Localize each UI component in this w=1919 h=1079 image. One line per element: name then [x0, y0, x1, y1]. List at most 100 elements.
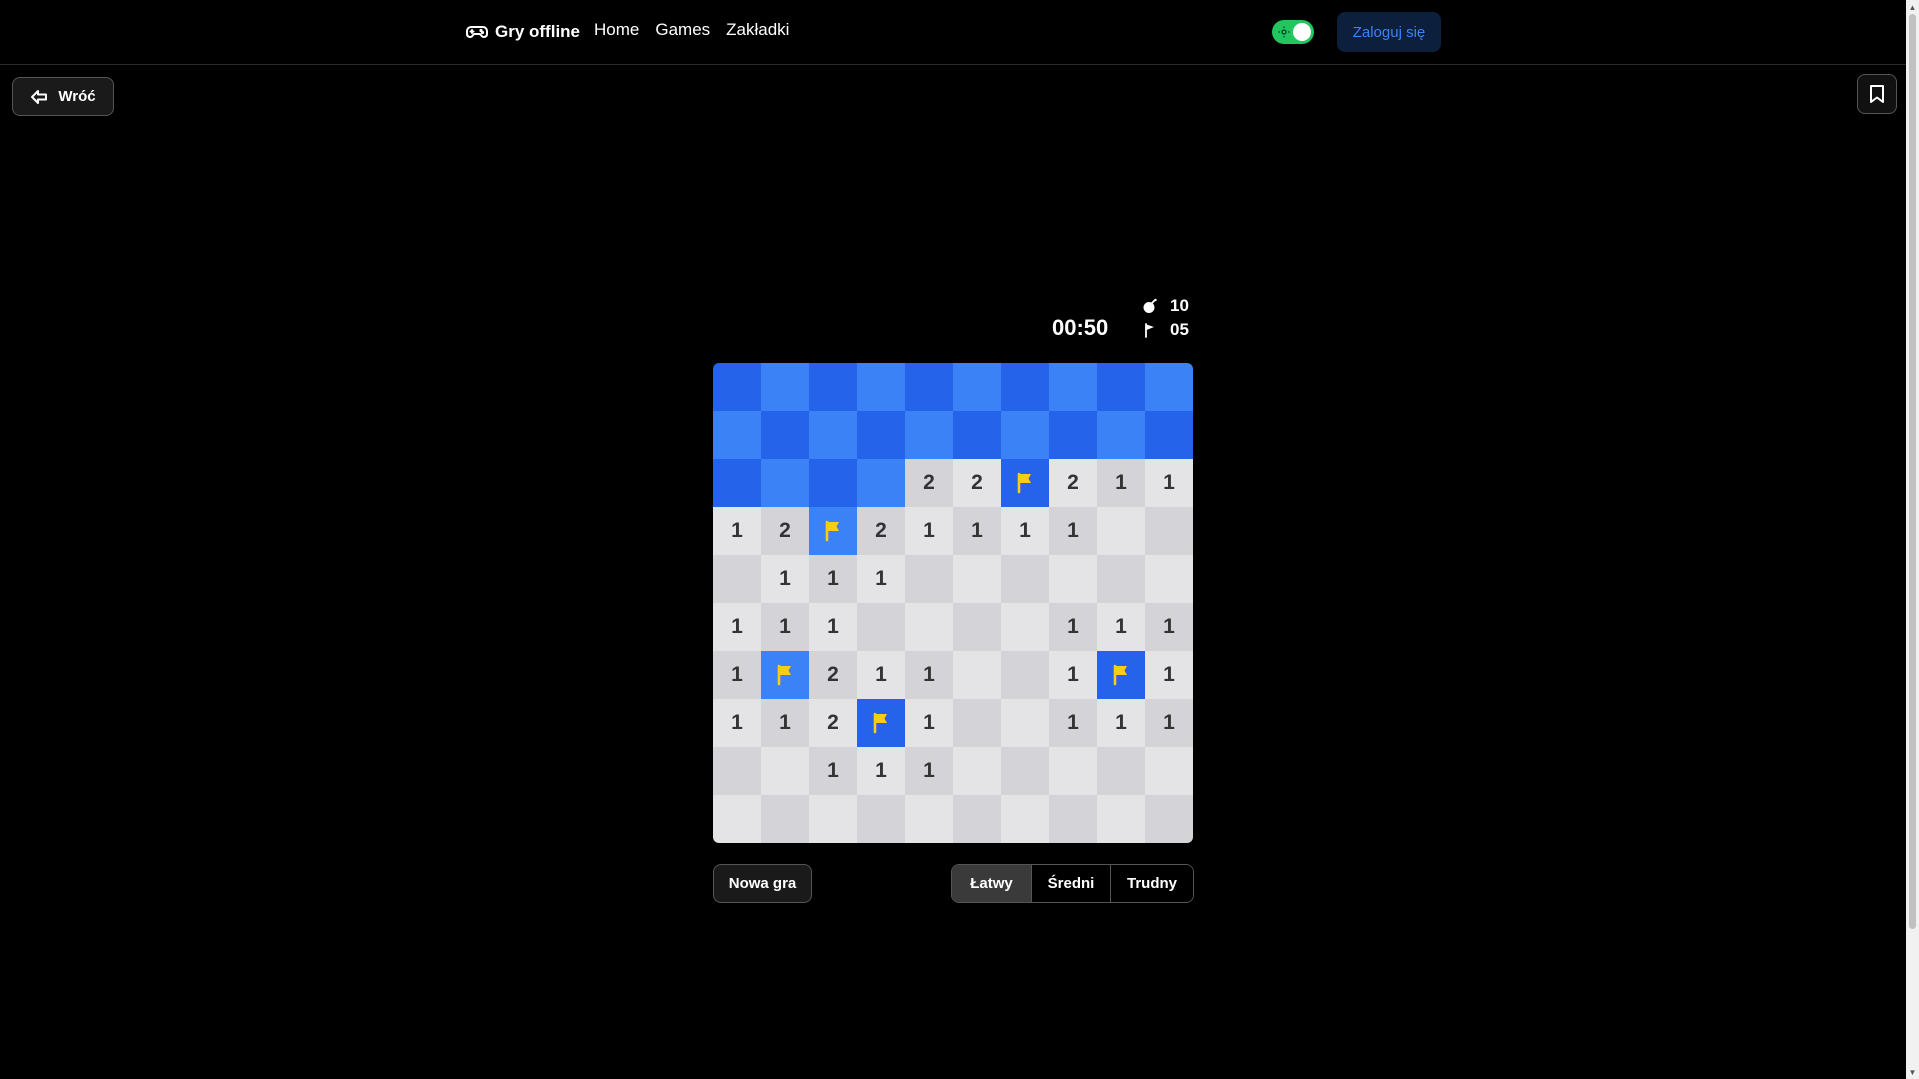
nav-link-games[interactable]: Games: [655, 20, 710, 40]
cell-covered[interactable]: [761, 363, 809, 411]
cell-empty[interactable]: [1145, 555, 1193, 603]
cell-flagged[interactable]: [761, 651, 809, 699]
cell-empty[interactable]: [761, 795, 809, 843]
cell-covered[interactable]: [953, 411, 1001, 459]
cell-empty[interactable]: [1049, 747, 1097, 795]
cell-empty[interactable]: [1049, 555, 1097, 603]
cell-covered[interactable]: [809, 363, 857, 411]
cell-number[interactable]: 1: [953, 507, 1001, 555]
cell-number[interactable]: 1: [857, 555, 905, 603]
cell-number[interactable]: 1: [1145, 699, 1193, 747]
cell-number[interactable]: 1: [905, 747, 953, 795]
nav-link-bookmarks[interactable]: Zakładki: [726, 20, 789, 40]
cell-empty[interactable]: [713, 555, 761, 603]
bookmark-button[interactable]: [1857, 74, 1897, 114]
cell-flagged[interactable]: [1001, 459, 1049, 507]
cell-empty[interactable]: [1049, 795, 1097, 843]
cell-covered[interactable]: [857, 363, 905, 411]
cell-number[interactable]: 1: [1097, 699, 1145, 747]
cell-number[interactable]: 1: [905, 507, 953, 555]
cell-number[interactable]: 1: [1145, 603, 1193, 651]
cell-empty[interactable]: [953, 555, 1001, 603]
cell-covered[interactable]: [809, 411, 857, 459]
cell-number[interactable]: 1: [1001, 507, 1049, 555]
cell-number[interactable]: 1: [1097, 603, 1145, 651]
difficulty-medium[interactable]: Średni: [1031, 865, 1110, 902]
cell-empty[interactable]: [1097, 507, 1145, 555]
cell-covered[interactable]: [905, 411, 953, 459]
cell-empty[interactable]: [809, 795, 857, 843]
cell-empty[interactable]: [1001, 699, 1049, 747]
cell-number[interactable]: 2: [809, 699, 857, 747]
cell-empty[interactable]: [953, 603, 1001, 651]
cell-number[interactable]: 1: [809, 747, 857, 795]
cell-covered[interactable]: [1097, 411, 1145, 459]
cell-number[interactable]: 2: [905, 459, 953, 507]
cell-empty[interactable]: [953, 795, 1001, 843]
cell-covered[interactable]: [1145, 411, 1193, 459]
difficulty-hard[interactable]: Trudny: [1110, 865, 1193, 902]
cell-number[interactable]: 1: [761, 699, 809, 747]
cell-number[interactable]: 1: [857, 747, 905, 795]
cell-covered[interactable]: [953, 363, 1001, 411]
brand-link[interactable]: Gry offline: [465, 20, 580, 44]
cell-empty[interactable]: [953, 747, 1001, 795]
scrollbar-thumb[interactable]: [1909, 14, 1916, 929]
login-button[interactable]: Zaloguj się: [1337, 12, 1441, 52]
cell-number[interactable]: 2: [761, 507, 809, 555]
cell-empty[interactable]: [1001, 747, 1049, 795]
cell-number[interactable]: 1: [1049, 603, 1097, 651]
cell-covered[interactable]: [1001, 363, 1049, 411]
cell-covered[interactable]: [809, 459, 857, 507]
back-button[interactable]: Wróć: [12, 77, 114, 116]
cell-empty[interactable]: [857, 603, 905, 651]
cell-number[interactable]: 1: [1145, 651, 1193, 699]
cell-empty[interactable]: [1001, 651, 1049, 699]
cell-empty[interactable]: [1145, 747, 1193, 795]
cell-covered[interactable]: [1145, 363, 1193, 411]
cell-number[interactable]: 1: [713, 603, 761, 651]
theme-toggle[interactable]: [1272, 20, 1314, 44]
cell-empty[interactable]: [1097, 747, 1145, 795]
cell-covered[interactable]: [857, 459, 905, 507]
cell-number[interactable]: 1: [1145, 459, 1193, 507]
new-game-button[interactable]: Nowa gra: [713, 864, 812, 903]
cell-number[interactable]: 1: [1049, 699, 1097, 747]
cell-number[interactable]: 1: [1097, 459, 1145, 507]
cell-flagged[interactable]: [809, 507, 857, 555]
cell-empty[interactable]: [905, 555, 953, 603]
cell-number[interactable]: 2: [857, 507, 905, 555]
cell-number[interactable]: 1: [905, 651, 953, 699]
cell-covered[interactable]: [1097, 363, 1145, 411]
cell-covered[interactable]: [713, 363, 761, 411]
cell-empty[interactable]: [1001, 795, 1049, 843]
cell-empty[interactable]: [1145, 795, 1193, 843]
cell-empty[interactable]: [713, 795, 761, 843]
cell-covered[interactable]: [1049, 411, 1097, 459]
cell-covered[interactable]: [1049, 363, 1097, 411]
cell-empty[interactable]: [1097, 795, 1145, 843]
cell-empty[interactable]: [857, 795, 905, 843]
cell-number[interactable]: 1: [905, 699, 953, 747]
cell-number[interactable]: 1: [1049, 651, 1097, 699]
cell-number[interactable]: 1: [1049, 507, 1097, 555]
cell-empty[interactable]: [1001, 603, 1049, 651]
cell-number[interactable]: 1: [713, 699, 761, 747]
scroll-up-arrow-icon[interactable]: ▲: [1908, 2, 1917, 12]
cell-number[interactable]: 1: [761, 603, 809, 651]
page-scrollbar[interactable]: ▲ ▼: [1906, 0, 1919, 1079]
cell-flagged[interactable]: [1097, 651, 1145, 699]
cell-empty[interactable]: [1145, 507, 1193, 555]
cell-covered[interactable]: [1001, 411, 1049, 459]
cell-covered[interactable]: [857, 411, 905, 459]
cell-empty[interactable]: [905, 795, 953, 843]
cell-number[interactable]: 2: [953, 459, 1001, 507]
cell-empty[interactable]: [761, 747, 809, 795]
cell-covered[interactable]: [713, 459, 761, 507]
cell-number[interactable]: 1: [761, 555, 809, 603]
cell-number[interactable]: 1: [713, 651, 761, 699]
cell-number[interactable]: 1: [713, 507, 761, 555]
scroll-down-arrow-icon[interactable]: ▼: [1908, 1067, 1917, 1077]
cell-number[interactable]: 1: [809, 555, 857, 603]
cell-covered[interactable]: [761, 459, 809, 507]
